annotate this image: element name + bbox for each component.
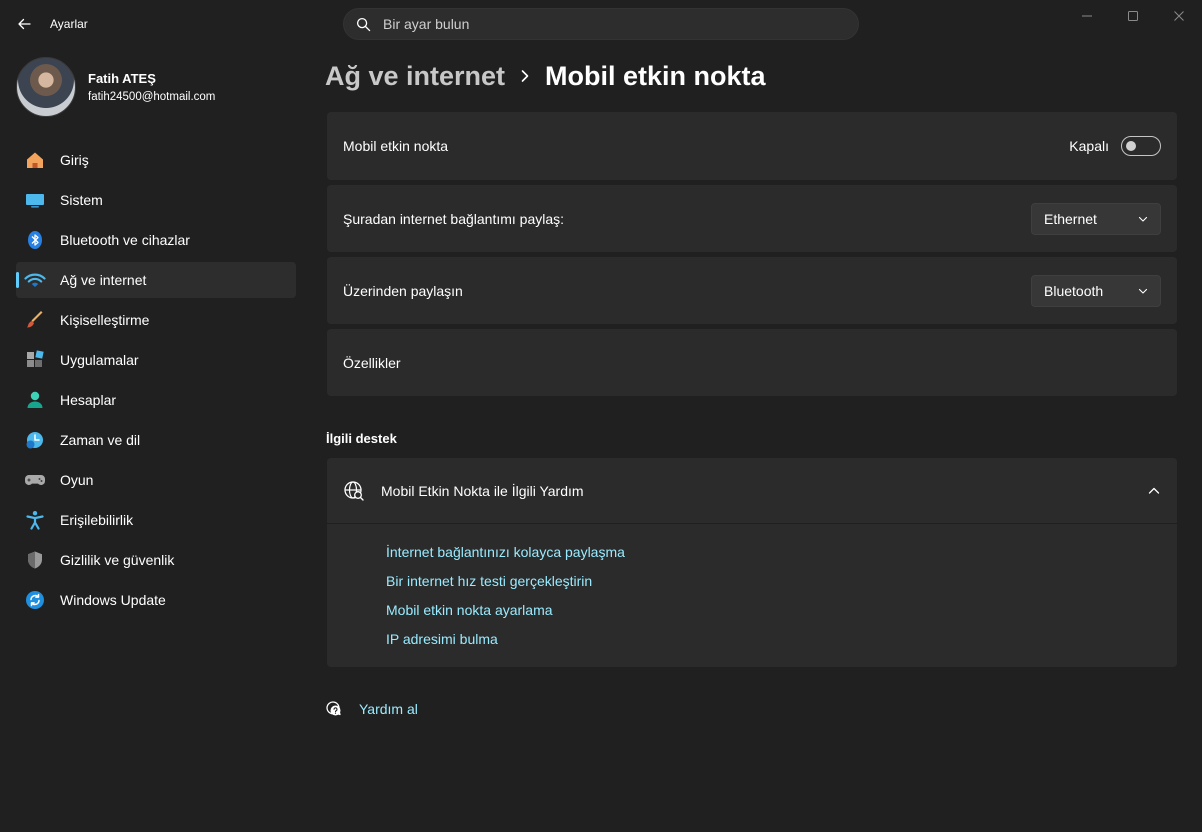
toggle-knob: [1126, 141, 1136, 151]
get-help-link[interactable]: Yardım al: [325, 700, 418, 718]
sidebar-item-bluetooth[interactable]: Bluetooth ve cihazlar: [16, 222, 296, 258]
share-over-label: Üzerinden paylaşın: [343, 282, 463, 299]
search-input[interactable]: [383, 16, 823, 32]
chevron-right-icon: [519, 69, 531, 83]
help-chat-icon: [326, 701, 341, 716]
sidebar-item-personalization[interactable]: Kişiselleştirme: [16, 302, 296, 338]
properties-card[interactable]: Özellikler: [327, 329, 1177, 396]
breadcrumb: Ağ ve internet Mobil etkin nokta: [325, 58, 766, 94]
support-link-setup-hotspot[interactable]: Mobil etkin nokta ayarlama: [386, 602, 1177, 631]
related-support-panel: Mobil Etkin Nokta ile İlgili Yardım İnte…: [327, 458, 1177, 667]
globe-search-icon: [344, 480, 364, 501]
bluetooth-icon: [24, 229, 46, 251]
update-icon: [24, 589, 46, 611]
share-over-value: Bluetooth: [1044, 282, 1104, 299]
maximize-button[interactable]: [1110, 0, 1156, 32]
get-help-label: Yardım al: [359, 701, 418, 717]
maximize-icon: [1128, 11, 1138, 21]
page-title: Mobil etkin nokta: [545, 60, 766, 91]
hotspot-state-label: Kapalı: [1069, 138, 1109, 154]
person-icon: [24, 389, 46, 411]
close-button[interactable]: [1156, 0, 1202, 32]
sidebar-item-gaming[interactable]: Oyun: [16, 462, 296, 498]
support-title: Mobil Etkin Nokta ile İlgili Yardım: [381, 482, 584, 499]
sidebar-item-apps[interactable]: Uygulamalar: [16, 342, 296, 378]
share-over-card: Üzerinden paylaşın Bluetooth: [327, 257, 1177, 324]
sidebar-item-network[interactable]: Ağ ve internet: [16, 262, 296, 298]
back-button[interactable]: [10, 10, 38, 38]
share-from-label: Şuradan internet bağlantımı paylaş:: [343, 210, 565, 227]
wifi-icon: [24, 269, 46, 291]
sidebar-item-accessibility[interactable]: Erişilebilirlik: [16, 502, 296, 538]
accessibility-icon: [24, 509, 46, 531]
sidebar-item-time-language[interactable]: Zaman ve dil: [16, 422, 296, 458]
support-link-find-ip[interactable]: IP adresimi bulma: [386, 631, 1177, 660]
sidebar-item-home[interactable]: Giriş: [16, 142, 296, 178]
chevron-down-icon: [1138, 216, 1148, 222]
chevron-down-icon: [1138, 288, 1148, 294]
support-links: İnternet bağlantınızı kolayca paylaşma B…: [327, 524, 1177, 660]
hotspot-label: Mobil etkin nokta: [343, 138, 449, 154]
support-header[interactable]: Mobil Etkin Nokta ile İlgili Yardım: [327, 458, 1177, 524]
sidebar-item-privacy[interactable]: Gizlilik ve güvenlik: [16, 542, 296, 578]
search-icon: [356, 17, 371, 31]
user-name: Fatih ATEŞ: [88, 71, 156, 86]
sidebar-item-accounts[interactable]: Hesaplar: [16, 382, 296, 418]
monitor-icon: [24, 189, 46, 211]
share-from-card: Şuradan internet bağlantımı paylaş: Ethe…: [327, 185, 1177, 252]
gamepad-icon: [24, 469, 46, 491]
chevron-up-icon[interactable]: [1147, 484, 1161, 498]
user-profile[interactable]: Fatih ATEŞ fatih24500@hotmail.com: [16, 56, 215, 118]
apps-icon: [24, 349, 46, 371]
app-title: Ayarlar: [50, 17, 88, 31]
shield-icon: [24, 549, 46, 571]
support-link-speed-test[interactable]: Bir internet hız testi gerçekleştirin: [386, 573, 1177, 602]
user-email: fatih24500@hotmail.com: [88, 91, 216, 103]
share-over-dropdown[interactable]: Bluetooth: [1031, 274, 1161, 307]
avatar[interactable]: [16, 57, 76, 117]
minimize-button[interactable]: [1064, 0, 1110, 32]
share-from-dropdown[interactable]: Ethernet: [1031, 202, 1161, 235]
hotspot-card: Mobil etkin nokta Kapalı: [327, 112, 1177, 180]
related-support-heading: İlgili destek: [326, 431, 397, 446]
title-bar: Ayarlar: [0, 0, 1202, 48]
breadcrumb-parent[interactable]: Ağ ve internet: [325, 61, 505, 92]
properties-label: Özellikler: [343, 354, 401, 371]
share-from-value: Ethernet: [1044, 210, 1097, 227]
clock-globe-icon: [24, 429, 46, 451]
search-box[interactable]: [343, 8, 859, 40]
brush-icon: [24, 309, 46, 331]
minimize-icon: [1082, 15, 1092, 17]
close-icon: [1174, 11, 1184, 21]
settings-window: Ayarlar Fatih ATEŞ fatih24500@hotmail.co…: [0, 0, 1202, 832]
sidebar-item-windows-update[interactable]: Windows Update: [16, 582, 296, 618]
hotspot-toggle[interactable]: [1121, 136, 1161, 156]
sidebar-item-system[interactable]: Sistem: [16, 182, 296, 218]
home-icon: [24, 149, 46, 171]
back-arrow-icon: [18, 18, 31, 30]
support-link-share-connection[interactable]: İnternet bağlantınızı kolayca paylaşma: [386, 544, 1177, 573]
sidebar-nav: Giriş Sistem Bluetooth ve cihazlar Ağ ve…: [16, 142, 296, 622]
